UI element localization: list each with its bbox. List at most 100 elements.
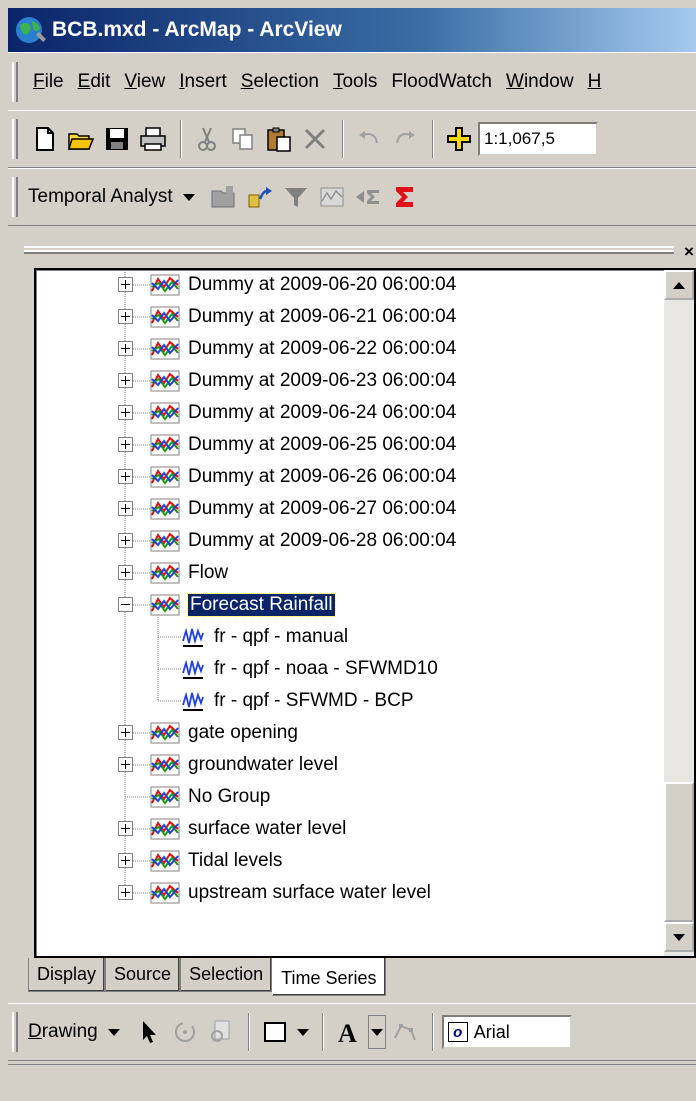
sum-button[interactable] <box>387 180 421 214</box>
temporal-analyst-label: Temporal Analyst <box>28 186 173 207</box>
svg-text:A: A <box>338 1019 357 1046</box>
toolbar-grip[interactable] <box>12 1012 18 1052</box>
tree-item-group[interactable]: Dummy at 2009-06-28 06:00:04 <box>150 525 456 557</box>
expand-toggle[interactable] <box>118 501 133 516</box>
map-scale-input[interactable]: 1:1,067,5 <box>478 122 598 156</box>
time-series-tree[interactable]: Dummy at 2009-06-20 06:00:04 Dummy at 200… <box>34 268 696 958</box>
expand-toggle[interactable] <box>118 885 133 900</box>
temporal-analyst-menu[interactable]: Temporal Analyst <box>28 186 195 208</box>
arcmap-globe-icon <box>16 17 46 43</box>
tree-item-group[interactable]: groundwater level <box>150 749 338 781</box>
tree-item-group[interactable]: No Group <box>150 781 270 813</box>
toolbar-grip[interactable] <box>12 177 18 217</box>
tree-item-group[interactable]: surface water level <box>150 813 346 845</box>
expand-toggle[interactable] <box>118 853 133 868</box>
save-button[interactable] <box>100 122 134 156</box>
menu-h[interactable]: H <box>581 71 609 93</box>
import-series-button[interactable] <box>243 180 277 214</box>
edit-vertices-button[interactable] <box>388 1015 422 1049</box>
select-elements-button[interactable] <box>132 1015 166 1049</box>
tree-item-label: Forecast Rainfall <box>187 593 336 617</box>
close-panel-button[interactable]: × <box>678 242 696 262</box>
tree-item-series[interactable]: fr - qpf - noaa - SFWMD10 <box>182 653 438 685</box>
menu-insert[interactable]: Insert <box>172 71 234 93</box>
tree-item-group[interactable]: Dummy at 2009-06-20 06:00:04 <box>150 269 456 301</box>
delete-button[interactable] <box>298 122 332 156</box>
copy-button[interactable] <box>226 122 260 156</box>
expand-toggle[interactable] <box>118 533 133 548</box>
open-folder-button[interactable] <box>207 180 241 214</box>
tree-item-group[interactable]: Dummy at 2009-06-21 06:00:04 <box>150 301 456 333</box>
vertical-scrollbar[interactable] <box>664 270 694 956</box>
expand-toggle[interactable] <box>118 373 133 388</box>
table-of-contents-titlebar[interactable]: × <box>14 240 696 264</box>
zoom-whole-page-button[interactable] <box>204 1015 238 1049</box>
rotate-button[interactable] <box>168 1015 202 1049</box>
filter-button[interactable] <box>279 180 313 214</box>
tree-item-group[interactable]: Dummy at 2009-06-24 06:00:04 <box>150 397 456 429</box>
tree-item-group[interactable]: Dummy at 2009-06-25 06:00:04 <box>150 429 456 461</box>
expand-toggle[interactable] <box>118 725 133 740</box>
scroll-thumb[interactable] <box>664 782 694 922</box>
menu-selection[interactable]: Selection <box>234 71 326 93</box>
expand-toggle[interactable] <box>118 341 133 356</box>
redo-button[interactable] <box>388 122 422 156</box>
new-document-button[interactable] <box>28 122 62 156</box>
tree-item-group[interactable]: Forecast Rainfall <box>150 589 336 621</box>
expand-toggle[interactable] <box>118 821 133 836</box>
expand-toggle[interactable] <box>118 309 133 324</box>
tree-item-series[interactable]: fr - qpf - manual <box>182 621 348 653</box>
cut-button[interactable] <box>190 122 224 156</box>
expand-toggle[interactable] <box>118 405 133 420</box>
tree-item-group[interactable]: Dummy at 2009-06-27 06:00:04 <box>150 493 456 525</box>
menu-view[interactable]: View <box>117 71 172 93</box>
expand-toggle[interactable] <box>118 469 133 484</box>
tab-time-series[interactable]: Time Series <box>272 958 386 996</box>
text-dropdown-button[interactable] <box>367 1015 386 1049</box>
menu-file[interactable]: File <box>26 71 71 93</box>
tree-item-group[interactable]: Flow <box>150 557 228 589</box>
scroll-down-button[interactable] <box>664 922 694 952</box>
rotate-icon <box>174 1022 195 1042</box>
tree-item-series[interactable]: fr - qpf - SFWMD - BCP <box>182 685 414 717</box>
tree-item-group[interactable]: Tidal levels <box>150 845 282 877</box>
menu-grip[interactable] <box>12 61 18 102</box>
add-data-button[interactable] <box>442 122 476 156</box>
expand-toggle[interactable] <box>118 757 133 772</box>
scroll-up-button[interactable] <box>664 270 694 300</box>
drawing-menu[interactable]: Drawing <box>28 1021 120 1043</box>
menu-window[interactable]: Window <box>499 71 581 93</box>
chart-button[interactable] <box>315 180 349 214</box>
tab-source[interactable]: Source <box>105 958 181 992</box>
toolbar-grip[interactable] <box>12 119 18 159</box>
tree-item-group[interactable]: Dummy at 2009-06-26 06:00:04 <box>150 461 456 493</box>
new-text-button[interactable]: A <box>332 1015 366 1049</box>
font-selector[interactable]: o Arial <box>441 1015 572 1049</box>
expand-toggle[interactable] <box>118 277 133 292</box>
title-bar[interactable]: BCB.mxd - ArcMap - ArcView <box>8 8 696 52</box>
expand-toggle[interactable] <box>118 437 133 452</box>
tree-item-label: upstream surface water level <box>188 882 431 903</box>
rectangle-dropdown-button[interactable] <box>294 1015 312 1049</box>
menu-edit[interactable]: Edit <box>71 71 118 93</box>
open-button[interactable] <box>64 122 98 156</box>
print-button[interactable] <box>136 122 170 156</box>
menu-floodwatch[interactable]: FloodWatch <box>384 71 499 93</box>
tree-item-group[interactable]: upstream surface water level <box>150 877 431 909</box>
tree-item-group[interactable]: Dummy at 2009-06-22 06:00:04 <box>150 333 456 365</box>
tree-item-label: Dummy at 2009-06-20 06:00:04 <box>188 274 457 295</box>
tab-display[interactable]: Display <box>28 958 106 992</box>
expand-toggle[interactable] <box>118 565 133 580</box>
rectangle-tool-button[interactable] <box>258 1015 292 1049</box>
tab-selection[interactable]: Selection <box>180 958 273 992</box>
menu-tools[interactable]: Tools <box>326 71 384 93</box>
collapse-toggle[interactable] <box>118 597 133 612</box>
undo-button[interactable] <box>352 122 386 156</box>
aggregate-button[interactable] <box>351 180 385 214</box>
font-name: Arial <box>473 1021 510 1042</box>
tree-item-group[interactable]: Dummy at 2009-06-23 06:00:04 <box>150 365 456 397</box>
add-data-plus-icon <box>447 127 471 151</box>
tree-item-label: Dummy at 2009-06-25 06:00:04 <box>188 434 457 455</box>
paste-button[interactable] <box>262 122 296 156</box>
tree-item-group[interactable]: gate opening <box>150 717 298 749</box>
